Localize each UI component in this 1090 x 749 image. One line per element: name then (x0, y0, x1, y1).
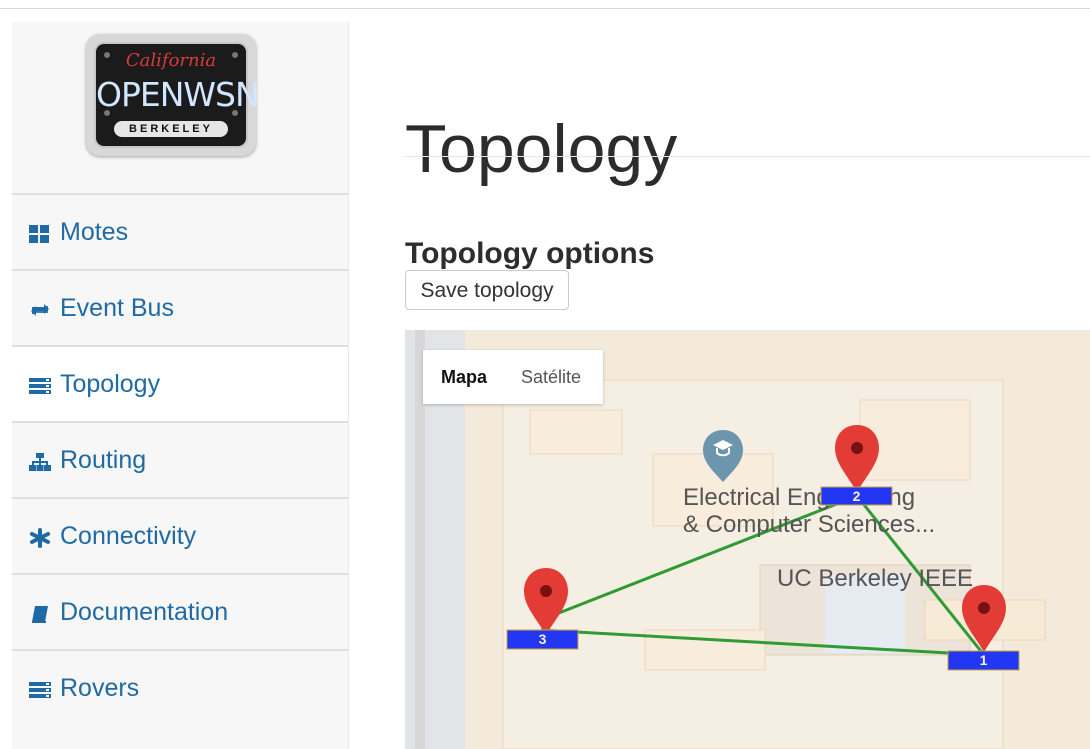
stack-icon (28, 678, 52, 698)
sidebar-item-label: Documentation (60, 597, 229, 626)
logo-inner-panel: California OPENWSN BERKELEY (94, 42, 260, 148)
topology-node-label: 2 (853, 488, 861, 504)
sidebar-item-label: Connectivity (60, 521, 197, 550)
sidebar-nav: Motes Event Bus Topology Routing Connect… (12, 193, 348, 725)
title-divider (405, 156, 1090, 157)
sidebar-item-motes[interactable]: Motes (12, 193, 348, 269)
sidebar-item-label: Routing (60, 445, 147, 474)
grid-icon (28, 222, 52, 243)
section-title: Topology options (405, 236, 655, 270)
sitemap-icon (28, 450, 52, 471)
save-topology-button[interactable]: Save topology (405, 270, 569, 310)
asterisk-icon (28, 526, 52, 548)
sidebar-item-label: Event Bus (60, 293, 174, 322)
topology-node-label: 1 (980, 652, 988, 668)
map-secondary-label: UC Berkeley IEEE (777, 565, 973, 592)
sidebar-item-rovers[interactable]: Rovers (12, 649, 348, 725)
building-wing-1 (529, 409, 623, 455)
sidebar-item-label: Rovers (60, 673, 140, 702)
sidebar-item-routing[interactable]: Routing (12, 421, 348, 497)
topology-node-1[interactable]: 1 (947, 650, 1020, 671)
map-place-label-line-2: & Computer Sciences... (683, 511, 935, 538)
sidebar-item-topology[interactable]: Topology (12, 345, 348, 421)
map-type-toggle: Mapa Satélite (423, 350, 603, 404)
logo-state-text: California (125, 50, 217, 71)
book-icon (28, 602, 52, 623)
main-content: Topology Topology options Save topology (405, 22, 1090, 749)
topology-node-2[interactable]: 2 (820, 486, 893, 506)
topology-map[interactable]: Electrical Engineering & Computer Scienc… (405, 330, 1090, 749)
logo-main-text: OPENWSN (96, 75, 260, 114)
sidebar: California OPENWSN BERKELEY Motes Event … (12, 22, 349, 749)
openwsn-logo[interactable]: California OPENWSN BERKELEY (86, 34, 260, 158)
sidebar-item-label: Motes (60, 217, 129, 246)
stack-icon (28, 374, 52, 394)
map-tab-satellite[interactable]: Satélite (521, 350, 581, 404)
map-tab-map[interactable]: Mapa (441, 350, 487, 404)
sidebar-item-label: Topology (60, 369, 161, 398)
sidebar-item-connectivity[interactable]: Connectivity (12, 497, 348, 573)
sidebar-item-event-bus[interactable]: Event Bus (12, 269, 348, 345)
logo-plate: California OPENWSN BERKELEY (86, 34, 260, 156)
logo-bottom-text: BERKELEY (114, 121, 228, 137)
sidebar-item-documentation[interactable]: Documentation (12, 573, 348, 649)
topology-node-3[interactable]: 3 (506, 629, 579, 650)
topology-node-label: 3 (539, 631, 547, 647)
top-border (0, 8, 1090, 9)
retweet-icon (28, 298, 52, 318)
page-title: Topology (405, 110, 678, 187)
